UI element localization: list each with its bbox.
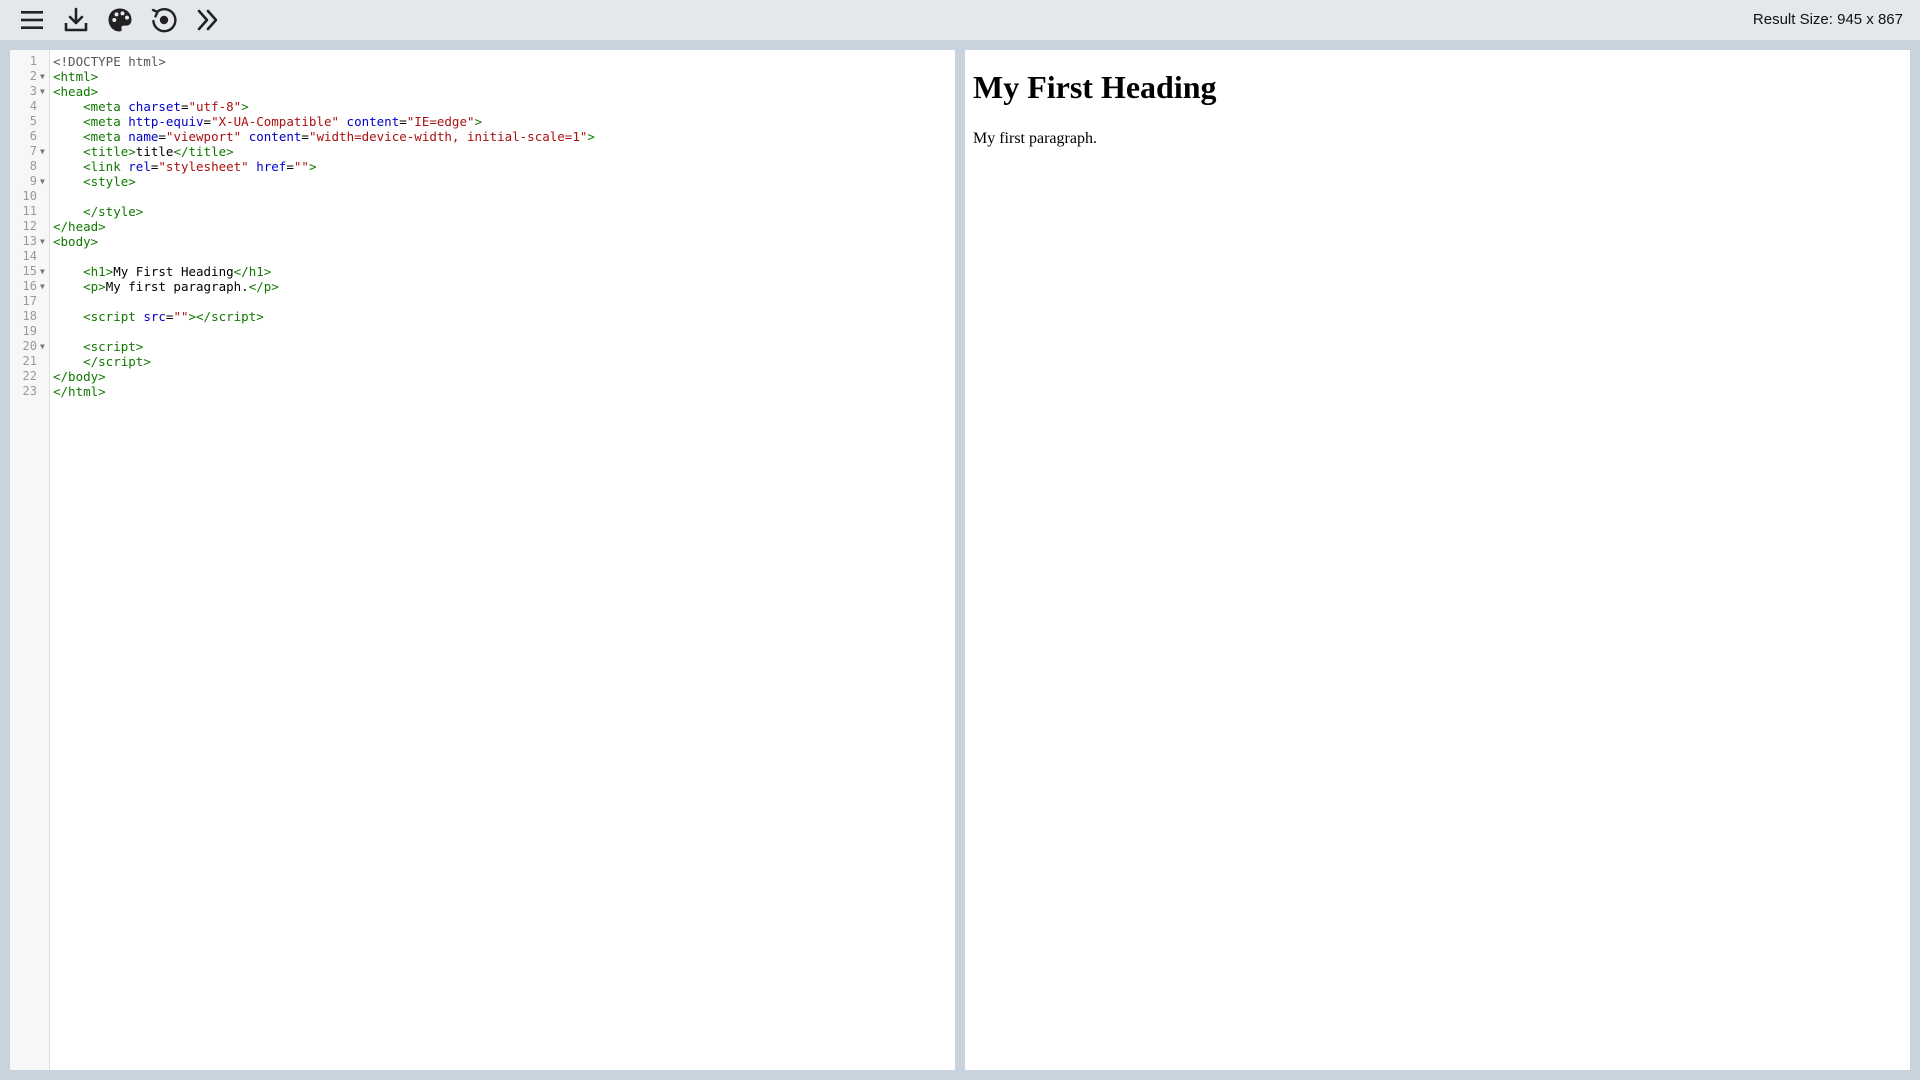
code-line[interactable]: 22 </body> (10, 369, 955, 384)
code-line[interactable]: 5 <meta http-equiv="X-UA-Compatible" con… (10, 114, 955, 129)
code-text: </head> (53, 219, 106, 234)
code-line[interactable]: 16 ▼ <p>My first paragraph.</p> (10, 279, 955, 294)
expand-button[interactable] (190, 2, 226, 38)
code-text: <body> (53, 234, 99, 249)
menu-button[interactable] (14, 2, 50, 38)
code-line[interactable]: 4 <meta charset="utf-8"> (10, 99, 955, 114)
line-number: 17 (22, 294, 37, 308)
code-line[interactable]: 11 </style> (10, 204, 955, 219)
preview-heading: My First Heading (973, 69, 1217, 105)
code-line[interactable]: 14 (10, 249, 955, 264)
fold-arrow-icon[interactable]: ▼ (40, 234, 48, 249)
pane-splitter[interactable] (955, 50, 965, 1070)
line-number: 11 (22, 204, 37, 218)
line-number: 9 (29, 174, 37, 188)
code-text: <title>title</title> (83, 144, 234, 159)
code-text: <script> (83, 339, 144, 354)
code-line[interactable]: 9 ▼ <style> (10, 174, 955, 189)
line-number: 5 (29, 114, 37, 128)
line-number: 1 (29, 54, 37, 68)
line-number: 18 (22, 309, 37, 323)
hamburger-menu-icon (21, 11, 43, 29)
palette-icon (108, 8, 132, 32)
code-editor[interactable]: 1 <!DOCTYPE html> 2 ▼ <html> 3 ▼ <head> 4 <meta … (10, 50, 955, 1070)
code-text: </body> (53, 369, 106, 384)
refresh-icon (151, 7, 177, 33)
code-text: <meta name="viewport" content="width=dev… (83, 129, 595, 144)
code-line[interactable]: 23 </html> (10, 384, 955, 399)
line-number: 13 (22, 234, 37, 248)
line-number: 10 (22, 189, 37, 203)
code-text: <style> (83, 174, 136, 189)
code-line[interactable]: 21 </script> (10, 354, 955, 369)
code-text: <h1>My First Heading</h1> (83, 264, 272, 279)
fold-arrow-icon[interactable]: ▼ (40, 264, 48, 279)
code-text: </script> (83, 354, 151, 369)
toolbar: Result Size: 945 x 867 (0, 0, 1920, 40)
code-text: <!DOCTYPE html> (53, 54, 166, 69)
download-button[interactable] (58, 2, 94, 38)
line-number: 12 (22, 219, 37, 233)
code-text: <script src=""></script> (83, 309, 264, 324)
double-chevron-right-icon (197, 9, 218, 31)
fold-arrow-icon[interactable]: ▼ (40, 174, 48, 189)
line-number: 20 (22, 339, 37, 353)
code-line[interactable]: 1 <!DOCTYPE html> (10, 54, 955, 69)
code-line[interactable]: 10 (10, 189, 955, 204)
code-line[interactable]: 12 </head> (10, 219, 955, 234)
code-line[interactable]: 20 ▼ <script> (10, 339, 955, 354)
code-text: </html> (53, 384, 106, 399)
code-line[interactable]: 8 <link rel="stylesheet" href=""> (10, 159, 955, 174)
preview-paragraph: My first paragraph. (973, 130, 1097, 147)
fold-arrow-icon[interactable]: ▼ (40, 279, 48, 294)
refresh-button[interactable] (146, 2, 182, 38)
line-number: 21 (22, 354, 37, 368)
line-number: 23 (22, 384, 37, 398)
line-number: 7 (29, 144, 37, 158)
code-line[interactable]: 6 <meta name="viewport" content="width=d… (10, 129, 955, 144)
result-size-label: Result Size: 945 x 867 (1752, 11, 1903, 28)
code-line[interactable]: 2 ▼ <html> (10, 69, 955, 84)
fold-arrow-icon[interactable]: ▼ (40, 144, 48, 159)
code-lines[interactable]: 1 <!DOCTYPE html> 2 ▼ <html> 3 ▼ <head> 4 <meta … (10, 54, 955, 399)
download-icon (64, 7, 88, 32)
code-line[interactable]: 13 ▼ <body> (10, 234, 955, 249)
line-number: 22 (22, 369, 37, 383)
code-line[interactable]: 7 ▼ <title>title</title> (10, 144, 955, 159)
fold-arrow-icon[interactable]: ▼ (40, 84, 48, 99)
code-text: <meta http-equiv="X-UA-Compatible" conte… (83, 114, 483, 129)
code-text: </style> (83, 204, 144, 219)
code-line[interactable]: 17 (10, 294, 955, 309)
fold-arrow-icon[interactable]: ▼ (40, 339, 48, 354)
code-text: <link rel="stylesheet" href=""> (83, 159, 317, 174)
code-line[interactable]: 18 <script src=""></script> (10, 309, 955, 324)
line-number: 19 (22, 324, 37, 338)
code-text: <html> (53, 69, 99, 84)
result-preview: My First Heading My first paragraph. (965, 50, 1910, 1070)
line-number: 6 (29, 129, 37, 143)
code-line[interactable]: 19 (10, 324, 955, 339)
line-number: 3 (29, 84, 37, 98)
code-line[interactable]: 3 ▼ <head> (10, 84, 955, 99)
line-number: 4 (29, 99, 37, 113)
line-number: 16 (22, 279, 37, 293)
fold-arrow-icon[interactable]: ▼ (40, 69, 48, 84)
line-number: 2 (29, 69, 37, 83)
theme-button[interactable] (102, 2, 138, 38)
code-text: <p>My first paragraph.</p> (83, 279, 279, 294)
code-line[interactable]: 15 ▼ <h1>My First Heading</h1> (10, 264, 955, 279)
line-number: 15 (22, 264, 37, 278)
line-number: 8 (29, 159, 37, 173)
code-text: <meta charset="utf-8"> (83, 99, 249, 114)
code-text: <head> (53, 84, 99, 99)
line-number: 14 (22, 249, 37, 263)
